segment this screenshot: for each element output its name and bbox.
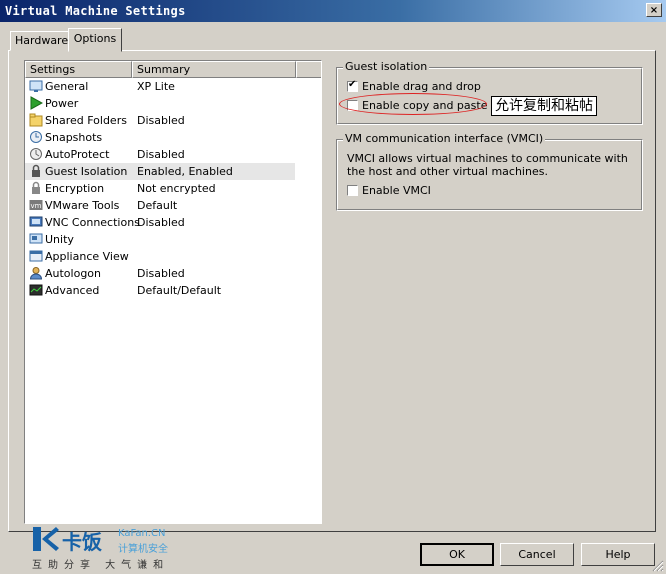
appliance-view-icon: [29, 250, 43, 262]
help-button[interactable]: Help: [581, 543, 655, 566]
close-button[interactable]: ×: [646, 3, 662, 17]
group-legend: Guest isolation: [343, 60, 430, 73]
list-item-unity[interactable]: Unity: [25, 231, 321, 248]
list-item-summary: Enabled, Enabled: [137, 163, 233, 180]
power-icon: [30, 96, 43, 110]
list-item-label: VNC Connections: [45, 216, 140, 229]
list-item-vnc-connections[interactable]: VNC Connections Disabled: [25, 214, 321, 231]
watermark-logo: 卡饭 KaFan.CN 计算机安全 互助分享 大气谦和: [32, 526, 182, 571]
vmci-description: VMCI allows virtual machines to communic…: [347, 152, 628, 178]
encryption-icon: [32, 181, 40, 194]
list-item-power[interactable]: Power: [25, 95, 321, 112]
cancel-button[interactable]: Cancel: [500, 543, 574, 566]
list-item-shared-folders[interactable]: Shared Folders Disabled: [25, 112, 321, 129]
general-icon: [29, 80, 43, 92]
tab-hardware[interactable]: Hardware: [10, 31, 69, 51]
list-item-summary: Disabled: [137, 267, 185, 280]
list-item-label: Snapshots: [45, 131, 103, 144]
list-item-guest-isolation[interactable]: Guest Isolation Enabled, Enabled: [25, 163, 321, 180]
list-item-label: Encryption: [45, 182, 105, 195]
advanced-icon: [29, 284, 43, 296]
tab-options[interactable]: Options: [68, 28, 122, 52]
list-item-label: Power: [45, 97, 79, 110]
list-item-label: VMware Tools: [45, 199, 120, 212]
watermark-slogan: 互助分享 大气谦和: [32, 560, 170, 571]
checkbox-checked[interactable]: ✔: [347, 78, 358, 92]
list-item-vmware-tools[interactable]: vm VMware Tools Default: [25, 197, 321, 214]
window-title: Virtual Machine Settings: [5, 4, 186, 18]
list-item-autologon[interactable]: Autologon Disabled: [25, 265, 321, 282]
autologon-icon: [29, 267, 43, 280]
title-bar[interactable]: Virtual Machine Settings ×: [0, 0, 666, 22]
guest-isolation-icon: [32, 164, 40, 177]
list-item-label: Unity: [45, 233, 74, 246]
kafan-logo-icon: [33, 527, 59, 551]
list-item-label: Advanced: [45, 284, 100, 297]
column-header-filler: [296, 61, 321, 78]
list-item-general[interactable]: General XP Lite: [25, 78, 321, 95]
checkbox-label: Enable VMCI: [362, 184, 431, 197]
list-item-label: Guest Isolation: [45, 163, 128, 180]
close-icon: ×: [649, 5, 659, 16]
watermark-subtitle: 计算机安全: [118, 544, 168, 555]
list-item-advanced[interactable]: Advanced Default/Default: [25, 282, 321, 299]
list-item-appliance-view[interactable]: Appliance View: [25, 248, 321, 265]
snapshots-icon: [30, 131, 42, 143]
list-item-label: AutoProtect: [45, 148, 110, 161]
list-item-summary: Not encrypted: [137, 182, 216, 195]
watermark-url: KaFan.CN: [118, 528, 166, 539]
checkbox-label: Enable drag and drop: [362, 80, 481, 93]
column-header-summary[interactable]: Summary: [132, 61, 296, 78]
list-item-summary: XP Lite: [137, 80, 175, 93]
enable-vmci-checkbox[interactable]: Enable VMCI: [347, 184, 431, 200]
group-legend: VM communication interface (VMCI): [343, 132, 546, 145]
annotation-note: 允许复制和粘帖: [491, 96, 597, 116]
vmware-tools-icon: vm: [29, 200, 43, 210]
checkbox-unchecked[interactable]: [347, 184, 358, 196]
settings-list[interactable]: Settings Summary General XP Lite Power S…: [24, 60, 322, 524]
list-item-label: General: [45, 80, 89, 93]
ok-button[interactable]: OK: [420, 543, 494, 566]
list-item-summary: Default: [137, 199, 178, 212]
svg-text:vm: vm: [31, 202, 42, 210]
list-item-encryption[interactable]: Encryption Not encrypted: [25, 180, 321, 197]
list-item-summary: Disabled: [137, 114, 185, 127]
list-item-label: Shared Folders: [45, 114, 127, 127]
watermark-brand: 卡饭: [62, 530, 102, 554]
vmci-group: VM communication interface (VMCI) VMCI a…: [336, 132, 643, 211]
list-item-label: Appliance View: [45, 250, 129, 263]
list-item-summary: Disabled: [137, 216, 185, 229]
list-item-label: Autologon: [45, 267, 102, 280]
list-item-snapshots[interactable]: Snapshots: [25, 129, 321, 146]
list-item-summary: Disabled: [137, 148, 185, 161]
column-header-settings[interactable]: Settings: [25, 61, 132, 78]
check-icon: ✔: [348, 78, 357, 90]
list-item-autoprotect[interactable]: AutoProtect Disabled: [25, 146, 321, 163]
list-item-summary: Default/Default: [137, 284, 222, 297]
vnc-icon: [29, 216, 43, 227]
resize-grip-icon[interactable]: [652, 560, 664, 572]
list-header: Settings Summary: [25, 61, 321, 78]
shared-folders-icon: [29, 113, 43, 127]
autoprotect-icon: [30, 148, 42, 160]
annotation-ellipse: [339, 93, 487, 115]
unity-icon: [29, 233, 43, 244]
